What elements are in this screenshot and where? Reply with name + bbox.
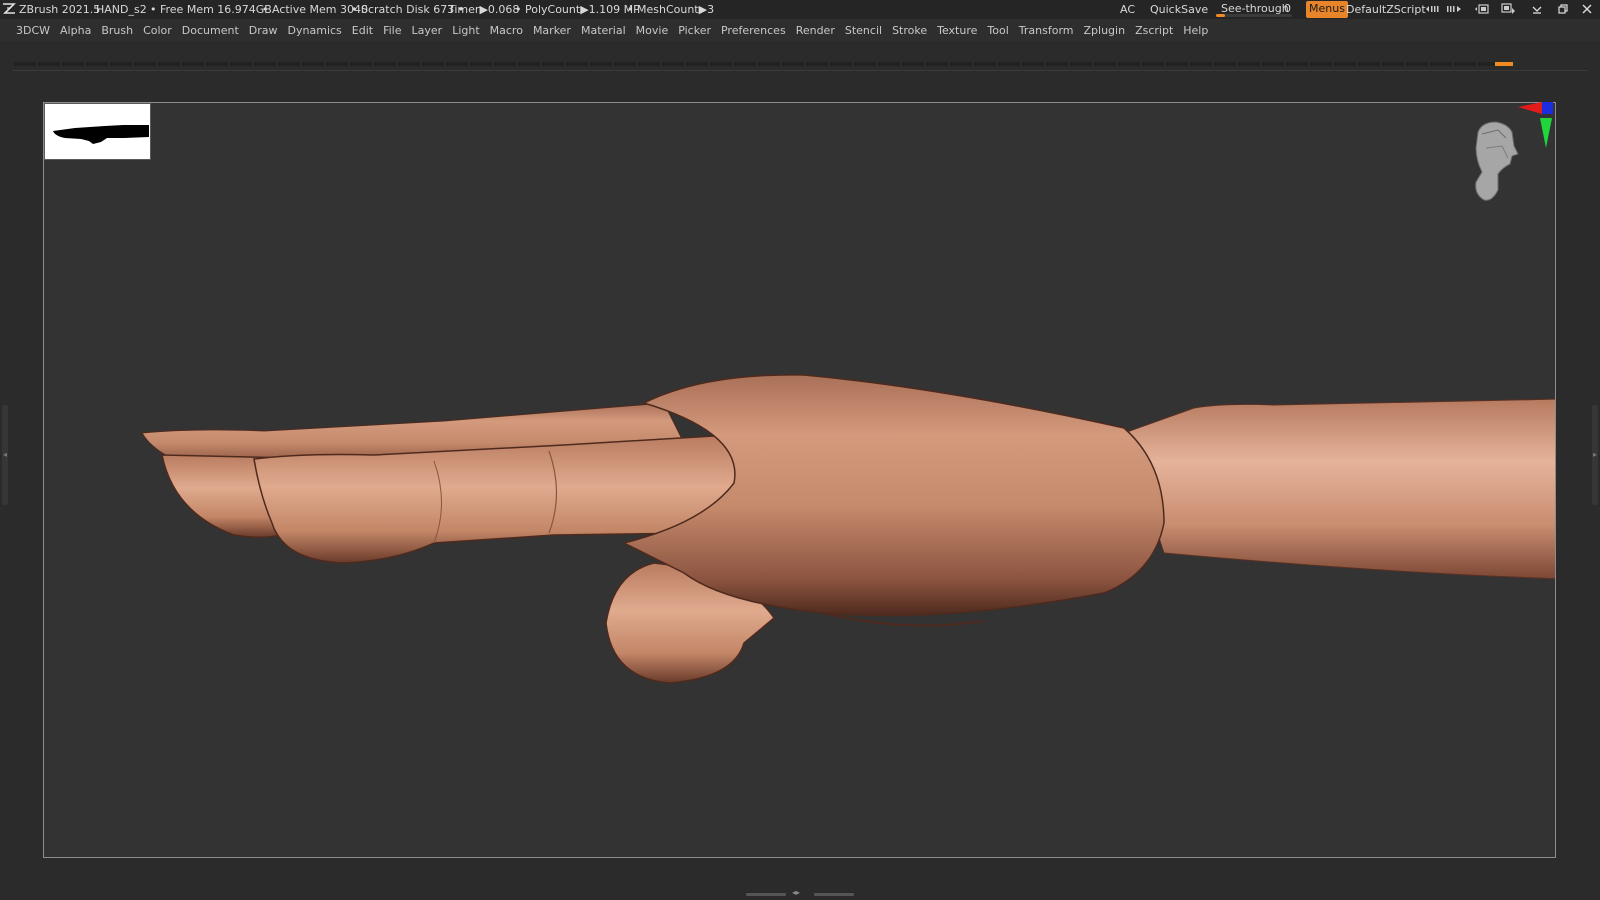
menu-item-stencil[interactable]: Stencil (843, 19, 888, 37)
bottom-tray-handle[interactable]: ◂▸ (746, 888, 854, 898)
y-axis-icon (1540, 118, 1552, 148)
menu-item-zscript[interactable]: Zscript (1133, 19, 1179, 37)
restore-icon[interactable] (1556, 2, 1570, 16)
menu-item-3dcw[interactable]: 3DCW (14, 19, 56, 37)
ac-button[interactable]: AC (1120, 3, 1135, 16)
hand-silhouette (53, 125, 149, 144)
window-icon[interactable] (1474, 2, 1489, 16)
layout-left-icon[interactable] (1425, 2, 1439, 16)
right-tray-handle[interactable]: ▸ (1592, 405, 1598, 505)
polycount-readout: • PolyCount▶1.109 MP (515, 3, 640, 16)
menu-item-tool[interactable]: Tool (985, 19, 1014, 37)
app-title: ZBrush 2021.5 (19, 3, 101, 16)
menu-item-light[interactable]: Light (450, 19, 485, 37)
menu-item-material[interactable]: Material (579, 19, 632, 37)
timer-readout: Timer▶0.068 (448, 3, 520, 16)
document-canvas[interactable] (43, 102, 1556, 858)
menu-item-color[interactable]: Color (141, 19, 178, 37)
shelf-strip[interactable] (14, 62, 1512, 66)
left-tray-handle[interactable]: ◂ (2, 405, 8, 505)
menu-item-alpha[interactable]: Alpha (58, 19, 97, 37)
menu-item-render[interactable]: Render (794, 19, 841, 37)
see-through-track[interactable] (1216, 14, 1292, 17)
menu-item-help[interactable]: Help (1181, 19, 1214, 37)
menu-item-marker[interactable]: Marker (531, 19, 577, 37)
close-icon[interactable] (1580, 2, 1594, 16)
minimize-icon[interactable] (1530, 2, 1544, 16)
zbrush-logo-icon (2, 2, 16, 16)
menu-item-draw[interactable]: Draw (247, 19, 284, 37)
menus-button[interactable]: Menus (1306, 1, 1348, 18)
menu-item-file[interactable]: File (381, 19, 407, 37)
menu-item-stroke[interactable]: Stroke (890, 19, 933, 37)
z-axis-icon (1542, 102, 1553, 114)
menu-item-edit[interactable]: Edit (350, 19, 379, 37)
quicksave-button[interactable]: QuickSave (1150, 3, 1208, 16)
menu-item-document[interactable]: Document (180, 19, 245, 37)
menu-item-movie[interactable]: Movie (634, 19, 675, 37)
see-through-slider[interactable]: See-through 0 (1216, 1, 1296, 18)
menu-item-dynamics[interactable]: Dynamics (286, 19, 348, 37)
menu-item-preferences[interactable]: Preferences (719, 19, 792, 37)
top-shelf (0, 41, 1600, 70)
layout-right-icon[interactable] (1446, 2, 1461, 16)
menu-bar: 3DCW Alpha Brush Color Document Draw Dynamics E… (0, 19, 1600, 41)
x-axis-icon (1518, 102, 1542, 114)
shelf-marker[interactable] (1495, 62, 1513, 66)
menu-item-picker[interactable]: Picker (676, 19, 717, 37)
hand-model[interactable] (44, 103, 1556, 858)
menu-item-layer[interactable]: Layer (410, 19, 449, 37)
navigator-thumbnail[interactable] (44, 103, 151, 160)
menu-item-zplugin[interactable]: Zplugin (1082, 19, 1132, 37)
menu-item-macro[interactable]: Macro (488, 19, 529, 37)
title-bar: ZBrush 2021.5 HAND_s2 • Free Mem 16.974G… (0, 0, 1600, 19)
file-name: HAND_s2 (96, 3, 147, 16)
menu-item-transform[interactable]: Transform (1017, 19, 1080, 37)
see-through-fill (1216, 14, 1226, 17)
menu-item-texture[interactable]: Texture (935, 19, 983, 37)
window-swap-icon[interactable] (1500, 2, 1515, 16)
default-zscript-button[interactable]: DefaultZScript (1346, 3, 1426, 16)
menu-list: 3DCW Alpha Brush Color Document Draw Dynamics E… (0, 19, 1600, 37)
meshcount-readout: • MeshCount▶3 (627, 3, 715, 16)
menu-item-brush[interactable]: Brush (99, 19, 139, 37)
orientation-gizmo[interactable] (1462, 102, 1558, 210)
free-mem-readout: • Free Mem 16.974GB (150, 3, 272, 16)
